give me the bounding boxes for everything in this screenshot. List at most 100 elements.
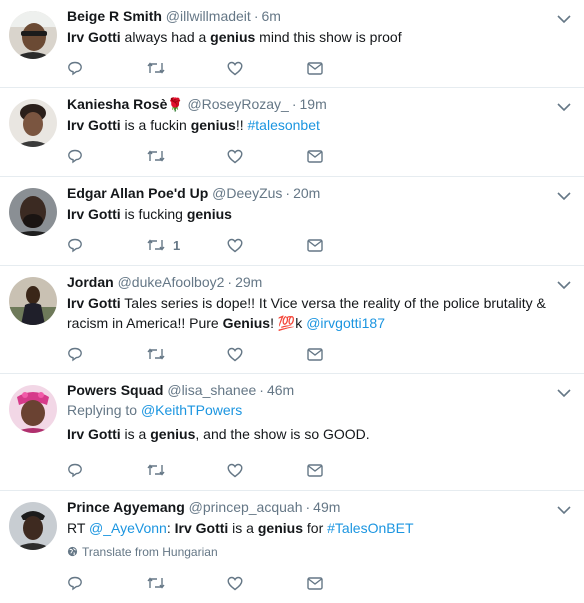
tweet[interactable]: Powers Squad @lisa_shanee · 46m Replying t… (0, 374, 584, 491)
translate-link[interactable]: Translate from Hungarian (67, 544, 564, 560)
chevron-down-icon[interactable] (557, 191, 571, 201)
avatar[interactable] (9, 277, 57, 325)
highlighted-term: Irv Gotti (174, 520, 229, 536)
heart-icon (227, 238, 243, 253)
text-segment: ! (270, 315, 278, 331)
reply-button[interactable] (67, 60, 147, 76)
replying-to-handle[interactable]: @KeithTPowers (141, 402, 242, 418)
heart-icon (227, 576, 243, 591)
hashtag-link[interactable]: #TalesOnBET (327, 520, 413, 536)
heart-icon (227, 347, 243, 362)
envelope-icon (307, 149, 323, 163)
highlighted-term: Irv Gotti (67, 295, 121, 311)
text-segment: always had a (120, 29, 211, 45)
chevron-down-icon[interactable] (557, 280, 571, 290)
reply-icon (67, 462, 83, 478)
tweet-header: Prince Agyemang @princep_acquah · 49m (67, 498, 564, 517)
retweet-icon (147, 576, 165, 590)
tweet-text: Irv Gotti is a fuckin genius!! #talesonb… (67, 115, 564, 135)
user-handle[interactable]: @dukeAfoolboy2 (118, 274, 225, 290)
mention-link[interactable]: @_AyeVonn (89, 520, 167, 536)
tweet[interactable]: Kaniesha Rosè🌹 @RoseyRozay_ · 19m Irv Gott… (0, 88, 584, 177)
retweet-button[interactable] (147, 463, 227, 477)
timestamp[interactable]: 46m (267, 382, 294, 398)
direct-message-button[interactable] (307, 238, 387, 252)
tweet-actions (67, 60, 387, 76)
highlighted-term: genius (210, 29, 256, 45)
display-name[interactable]: Edgar Allan Poe'd Up (67, 185, 208, 201)
separator-dot: · (259, 382, 264, 398)
avatar[interactable] (9, 502, 57, 550)
chevron-down-icon[interactable] (557, 505, 571, 515)
highlighted-term: Irv Gotti (67, 29, 121, 45)
text-segment: is a (228, 520, 258, 536)
direct-message-button[interactable] (307, 61, 387, 75)
highlighted-term: genius (186, 206, 232, 222)
envelope-icon (307, 347, 323, 361)
retweet-button[interactable] (147, 576, 227, 590)
like-button[interactable] (227, 576, 307, 591)
display-name[interactable]: Powers Squad (67, 382, 163, 398)
display-name[interactable]: Beige R Smith (67, 8, 162, 24)
reply-button[interactable] (67, 462, 147, 478)
highlighted-term: genius (257, 520, 303, 536)
tweet-text: Irv Gotti Tales series is dope!! It Vice… (67, 293, 564, 333)
timestamp[interactable]: 19m (300, 96, 327, 112)
tweet-text: Irv Gotti is a genius, and the show is s… (67, 424, 564, 444)
direct-message-button[interactable] (307, 347, 387, 361)
like-button[interactable] (227, 61, 307, 76)
retweet-button[interactable] (147, 347, 227, 361)
user-handle[interactable]: @DeeyZus (212, 185, 282, 201)
user-handle[interactable]: @lisa_shanee (167, 382, 256, 398)
display-name[interactable]: Kaniesha Rosè (67, 96, 167, 112)
avatar[interactable] (9, 11, 57, 59)
mention-link[interactable]: @irvgotti187 (306, 315, 385, 331)
like-button[interactable] (227, 463, 307, 478)
reply-button[interactable] (67, 346, 147, 362)
reply-button[interactable] (67, 237, 147, 253)
reply-button[interactable] (67, 575, 147, 591)
direct-message-button[interactable] (307, 149, 387, 163)
display-name[interactable]: Prince Agyemang (67, 499, 185, 515)
avatar[interactable] (9, 188, 57, 236)
reply-icon (67, 346, 83, 362)
tweet-header: Edgar Allan Poe'd Up @DeeyZus · 20m (67, 184, 564, 203)
like-button[interactable] (227, 149, 307, 164)
reply-icon (67, 60, 83, 76)
hashtag-link[interactable]: #talesonbet (248, 117, 320, 133)
envelope-icon (307, 238, 323, 252)
tweet[interactable]: Edgar Allan Poe'd Up @DeeyZus · 20m Irv Go… (0, 177, 584, 266)
tweet-text: Irv Gotti always had a genius mind this … (67, 27, 564, 47)
timestamp[interactable]: 20m (293, 185, 320, 201)
avatar[interactable] (9, 99, 57, 147)
timestamp[interactable]: 6m (261, 8, 280, 24)
separator-dot: · (291, 96, 297, 112)
retweet-icon (147, 61, 165, 75)
user-handle[interactable]: @RoseyRozay_ (187, 96, 288, 112)
tweet-header: Beige R Smith @illwillmadeit · 6m (67, 7, 564, 26)
tweet[interactable]: Jordan @dukeAfoolboy2 · 29m Irv Gotti Tale… (0, 266, 584, 374)
chevron-down-icon[interactable] (557, 388, 571, 398)
tweet[interactable]: Prince Agyemang @princep_acquah · 49m RT @… (0, 491, 584, 603)
heart-icon (227, 463, 243, 478)
timestamp[interactable]: 29m (235, 274, 262, 290)
chevron-down-icon[interactable] (557, 14, 571, 24)
like-button[interactable] (227, 347, 307, 362)
user-handle[interactable]: @illwillmadeit (166, 8, 251, 24)
retweet-button[interactable] (147, 61, 227, 75)
timestamp[interactable]: 49m (313, 499, 340, 515)
display-name[interactable]: Jordan (67, 274, 114, 290)
direct-message-button[interactable] (307, 463, 387, 477)
reply-button[interactable] (67, 148, 147, 164)
like-button[interactable] (227, 238, 307, 253)
tweet[interactable]: Beige R Smith @illwillmadeit · 6m Irv Gott… (0, 0, 584, 88)
retweet-icon (147, 238, 165, 252)
chevron-down-icon[interactable] (557, 102, 571, 112)
user-handle[interactable]: @princep_acquah (189, 499, 303, 515)
direct-message-button[interactable] (307, 576, 387, 590)
avatar[interactable] (9, 385, 57, 433)
retweet-button[interactable] (147, 149, 227, 163)
tweet-actions (67, 346, 387, 362)
text-segment: for (303, 520, 328, 536)
retweet-button[interactable]: 1 (147, 238, 227, 253)
